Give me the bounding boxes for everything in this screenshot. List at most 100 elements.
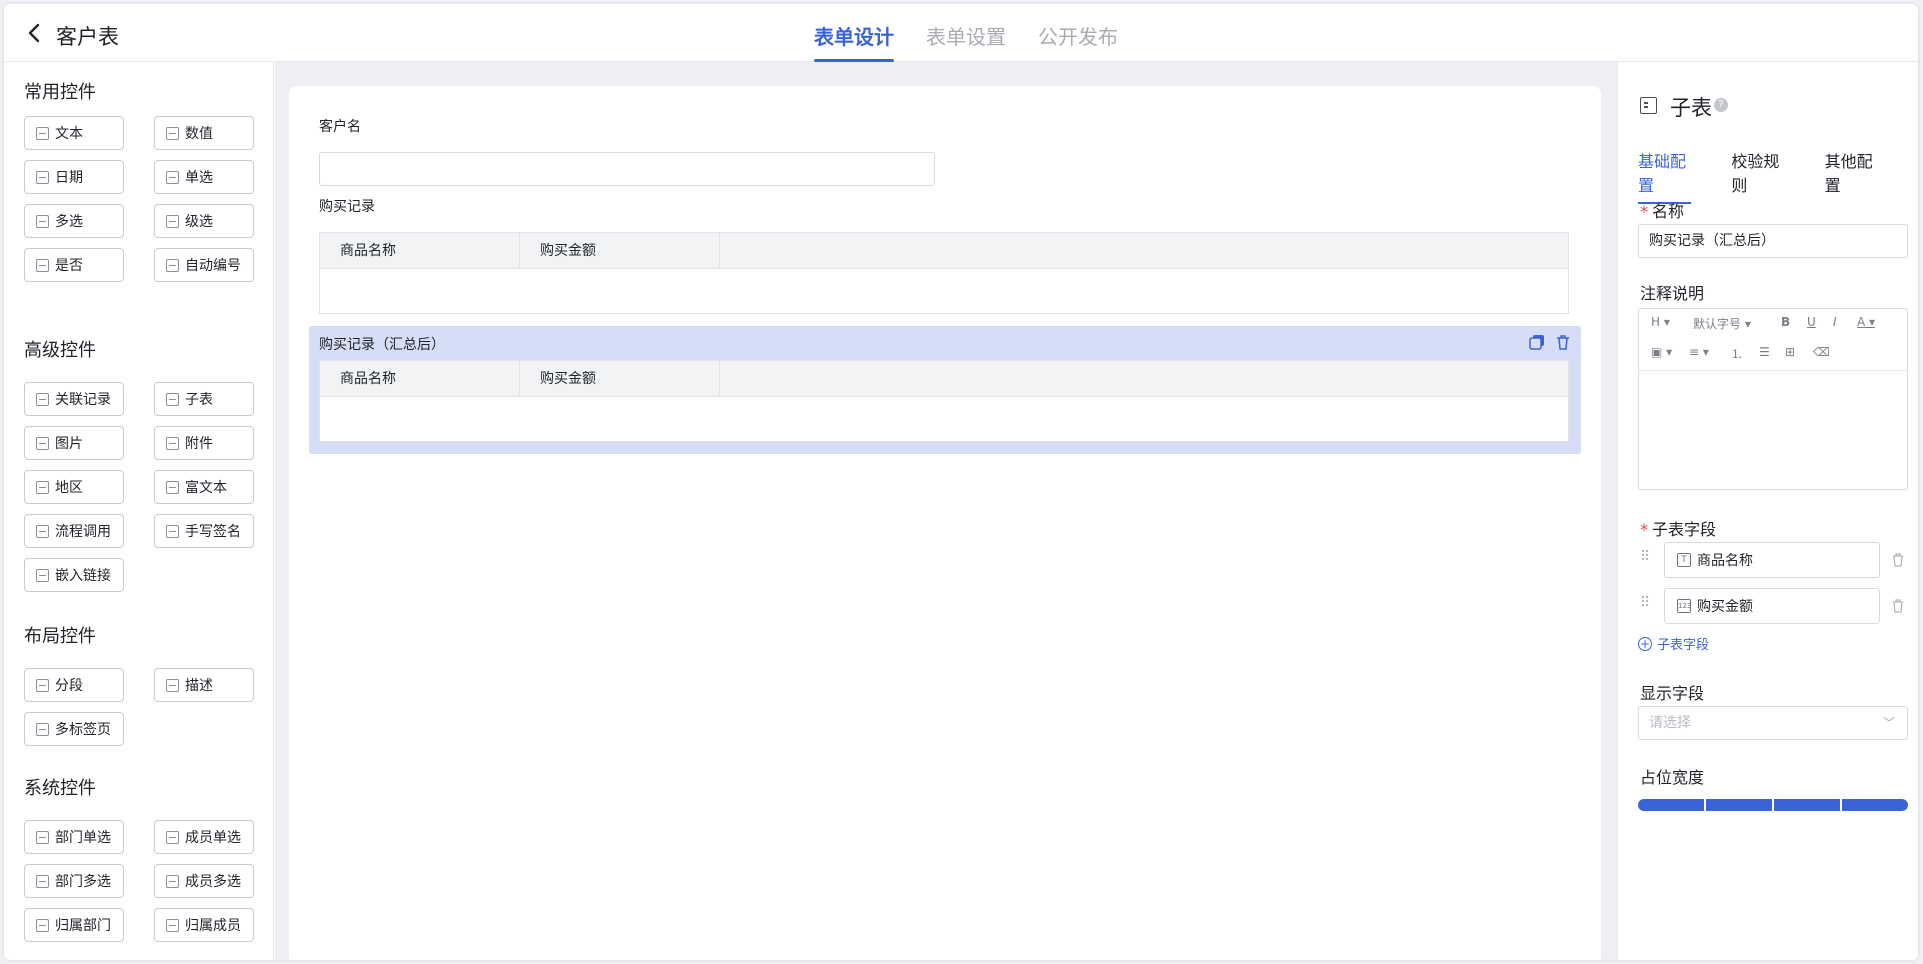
- control-linked-record[interactable]: 关联记录: [24, 382, 124, 416]
- delete-icon[interactable]: [1555, 334, 1571, 350]
- page-title: 客户表: [56, 25, 119, 49]
- note-rich-editor[interactable]: H ▾ 默认字号 ▾ B U I A ▾ ▣ ▾ ≡ ▾ ⒈ ☰ ⊞ ⌫: [1638, 308, 1908, 490]
- font-color-button[interactable]: A ▾: [1857, 315, 1875, 329]
- drag-handle-icon[interactable]: [1640, 549, 1650, 566]
- control-region[interactable]: 地区: [24, 470, 124, 504]
- width-segment[interactable]: [1774, 799, 1842, 811]
- tab-basic-config[interactable]: 基础配置: [1638, 148, 1692, 204]
- group-title-system: 系统控件: [24, 778, 96, 799]
- calendar-icon: [36, 170, 49, 184]
- cascade-icon: [166, 214, 179, 228]
- member-icon: [166, 830, 179, 844]
- width-segment[interactable]: [1638, 799, 1706, 811]
- app-window: 客户表 表单设计 表单设置 公开发布 常用控件 文本 数值 日期 单选 多选 级…: [4, 4, 1918, 960]
- name-input[interactable]: 购买记录（汇总后）: [1638, 224, 1908, 258]
- auto-number-icon: [166, 258, 179, 272]
- field-label-purchases-summary: 购买记录（汇总后）: [319, 337, 445, 353]
- control-image[interactable]: 图片: [24, 426, 124, 460]
- control-auto-number[interactable]: 自动编号: [154, 248, 254, 282]
- top-header: 客户表 表单设计 表单设置 公开发布: [4, 4, 1918, 62]
- control-cascade[interactable]: 级选: [154, 204, 254, 238]
- subfield-item[interactable]: 123 购买金额: [1664, 588, 1880, 624]
- number-icon: [166, 126, 179, 140]
- drag-handle-icon[interactable]: [1640, 595, 1650, 612]
- tab-other-config[interactable]: 其他配置: [1825, 148, 1878, 204]
- subfield-row: 123购买金额: [1638, 588, 1908, 624]
- control-description[interactable]: 描述: [154, 668, 254, 702]
- purchase-subtable[interactable]: 商品名称 购买金额: [319, 232, 1569, 314]
- control-owner-member[interactable]: 归属成员: [154, 908, 254, 942]
- required-mark: *: [1640, 202, 1648, 221]
- control-multi-tab[interactable]: 多标签页: [24, 712, 124, 746]
- number-icon: 123: [1677, 599, 1691, 613]
- control-multi-select[interactable]: 多选: [24, 204, 124, 238]
- embed-link-icon: [36, 568, 49, 582]
- control-single-select[interactable]: 单选: [154, 160, 254, 194]
- control-text[interactable]: 文本: [24, 116, 124, 150]
- control-subtable[interactable]: 子表: [154, 382, 254, 416]
- control-signature[interactable]: 手写签名: [154, 514, 254, 548]
- control-member-single[interactable]: 成员单选: [154, 820, 254, 854]
- text-icon: [36, 126, 49, 140]
- subfield-row: T商品名称: [1638, 542, 1908, 578]
- header-tabs: 表单设计 表单设置 公开发布: [814, 4, 1150, 62]
- control-number[interactable]: 数值: [154, 116, 254, 150]
- field-label-customer: 客户名: [319, 119, 361, 135]
- ordered-list-icon[interactable]: ⒈: [1731, 345, 1743, 362]
- help-icon[interactable]: ?: [1714, 98, 1728, 112]
- checkbox-icon: [36, 214, 49, 228]
- field-label-purchases: 购买记录: [319, 199, 375, 215]
- group-title-common: 常用控件: [24, 82, 96, 103]
- column-header: 商品名称: [320, 361, 520, 396]
- eraser-icon[interactable]: ⌫: [1813, 345, 1830, 359]
- property-panel: 子表 ? 基础配置 校验规则 其他配置 * 名称 购买记录（汇总后） 注释说明 H…: [1617, 62, 1918, 960]
- tab-public-publish[interactable]: 公开发布: [1038, 4, 1118, 62]
- trash-icon[interactable]: [1892, 552, 1904, 567]
- control-date[interactable]: 日期: [24, 160, 124, 194]
- tab-form-design[interactable]: 表单设计: [814, 4, 894, 62]
- column-header: 购买金额: [520, 361, 720, 396]
- control-embed-link[interactable]: 嵌入链接: [24, 558, 124, 592]
- display-field-select[interactable]: 请选择 ﹀: [1638, 706, 1908, 740]
- purchase-summary-subtable[interactable]: 商品名称 购买金额: [319, 360, 1569, 442]
- customer-name-input[interactable]: [319, 152, 935, 186]
- insert-image-icon[interactable]: ⊞: [1785, 345, 1795, 359]
- subtable-icon: [166, 392, 179, 406]
- width-segment[interactable]: [1842, 799, 1908, 811]
- control-member-multi[interactable]: 成员多选: [154, 864, 254, 898]
- trash-icon[interactable]: [1892, 598, 1904, 613]
- selected-subtable-block[interactable]: 购买记录（汇总后） 商品名称 购买金额: [309, 326, 1581, 454]
- control-section[interactable]: 分段: [24, 668, 124, 702]
- note-label: 注释说明: [1640, 284, 1705, 303]
- subfield-item[interactable]: T 商品名称: [1664, 542, 1880, 578]
- add-subfield-button[interactable]: + 子表字段: [1638, 634, 1709, 653]
- width-selector[interactable]: [1638, 799, 1908, 811]
- column-header: 购买金额: [520, 233, 720, 268]
- font-size-select[interactable]: 默认字号 ▾: [1693, 315, 1751, 332]
- name-label: * 名称: [1640, 202, 1685, 221]
- italic-button[interactable]: I: [1833, 315, 1837, 329]
- control-owner-dept[interactable]: 归属部门: [24, 908, 124, 942]
- process-icon: [36, 524, 49, 538]
- bullet-list-icon[interactable]: ☰: [1759, 345, 1770, 359]
- heading-button[interactable]: H ▾: [1651, 315, 1670, 329]
- required-mark: *: [1640, 520, 1648, 539]
- control-rich-text[interactable]: 富文本: [154, 470, 254, 504]
- control-attachment[interactable]: 附件: [154, 426, 254, 460]
- control-dept-single[interactable]: 部门单选: [24, 820, 124, 854]
- underline-button[interactable]: U: [1807, 315, 1816, 329]
- tab-validation[interactable]: 校验规则: [1731, 148, 1784, 204]
- control-dept-multi[interactable]: 部门多选: [24, 864, 124, 898]
- control-yes-no[interactable]: 是否: [24, 248, 124, 282]
- design-canvas-area: 客户名 购买记录 商品名称 购买金额 购买记录（汇总后） 商品名称 购买金额: [275, 62, 1617, 960]
- width-segment[interactable]: [1706, 799, 1774, 811]
- control-process-call[interactable]: 流程调用: [24, 514, 124, 548]
- attachment-icon: [166, 436, 179, 450]
- tab-form-settings[interactable]: 表单设置: [926, 4, 1006, 62]
- highlight-icon[interactable]: ▣ ▾: [1651, 345, 1672, 359]
- back-arrow-icon[interactable]: [24, 22, 46, 44]
- group-title-advanced: 高级控件: [24, 340, 96, 361]
- align-icon[interactable]: ≡ ▾: [1689, 345, 1709, 359]
- copy-icon[interactable]: [1529, 334, 1545, 350]
- bold-button[interactable]: B: [1781, 315, 1790, 329]
